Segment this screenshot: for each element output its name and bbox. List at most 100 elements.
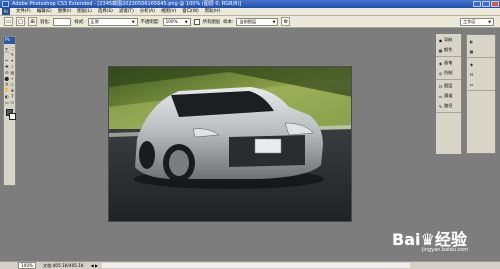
info-icon: ◐	[469, 38, 474, 44]
panel-layers-item[interactable]: ☷ 图层	[436, 81, 461, 91]
horizontal-scrollbar[interactable]	[102, 263, 410, 268]
window-title: Adobe Photoshop CS3 Extended - [2345截图20…	[12, 1, 242, 7]
brushes-icon: ◈	[438, 60, 443, 66]
layers-icon: ☷	[438, 83, 443, 89]
maximize-button[interactable]	[482, 1, 490, 7]
close-button[interactable]	[491, 1, 499, 7]
crop-tool-icon[interactable]: ✂	[4, 58, 9, 63]
document-canvas[interactable]	[108, 66, 352, 222]
panel-channels-item[interactable]: ▭ 通道	[436, 91, 461, 101]
panel-group: ☷ 图层 ▭ 通道 ✎ 路径	[436, 80, 461, 113]
feather-input[interactable]	[53, 17, 72, 26]
brush-tool-icon[interactable]: ∕	[10, 64, 15, 69]
swatches-icon: ▦	[469, 48, 474, 54]
status-bar: 100% 文档:405.1K/405.1K ◀ ▶	[0, 261, 500, 269]
menu-layer[interactable]: 图层(L)	[74, 8, 95, 16]
zoom-tool-icon[interactable]: ⊕	[10, 88, 15, 93]
move-tool-icon[interactable]: ▸	[4, 46, 9, 51]
panel-item[interactable]: ◐	[467, 36, 495, 46]
color-swatches	[4, 108, 16, 124]
menu-analysis[interactable]: 分析(A)	[137, 8, 158, 16]
add-selection-icon[interactable]: ⊞	[28, 17, 37, 26]
status-nav-arrows[interactable]: ◀ ▶	[91, 263, 98, 268]
hand-tool-icon[interactable]: ✋	[4, 87, 9, 93]
window-controls	[473, 1, 499, 7]
panel-item[interactable]: ◈	[467, 59, 495, 69]
chevron-down-icon: ▼	[272, 19, 276, 24]
style-label: 样式:	[74, 19, 85, 25]
tool-row: ✚ ∕	[4, 63, 15, 69]
actions-icon: ▭	[469, 81, 474, 87]
baidu-jingyan-watermark: Bai♛经验 jingyan.baidu.com	[386, 220, 498, 260]
dodge-tool-icon[interactable]: ◐	[4, 94, 9, 99]
type-tool-icon[interactable]: A	[4, 82, 9, 87]
panel-label: 图层	[444, 83, 453, 88]
menu-file[interactable]: 文件(F)	[13, 8, 34, 16]
refine-icon[interactable]: ⚙	[281, 17, 291, 26]
healing-brush-icon[interactable]: ✚	[4, 64, 9, 69]
panel-paths-item[interactable]: ✎ 路径	[436, 101, 461, 111]
menu-window[interactable]: 窗口(W)	[179, 8, 202, 16]
workspace-dropdown[interactable]: 工作区 ▼	[460, 17, 494, 26]
car-photo-image	[109, 67, 351, 221]
marquee-tool-icon[interactable]: ⬚	[10, 46, 15, 51]
chevron-down-icon: ▼	[488, 19, 491, 24]
paths-icon: ✎	[438, 103, 443, 109]
slice-tool-icon[interactable]: ⌖	[10, 58, 15, 63]
menu-filter[interactable]: 滤镜(T)	[116, 8, 137, 16]
new-selection-icon[interactable]: □	[16, 17, 25, 26]
panel-group: ◈ 画笔 ◎ 仿制	[436, 57, 461, 80]
options-bar: ▭ □ ⊞ 羽化: 样式: 正常 ▼ 不透明度: 100% ▼ 所有图层 样本:…	[0, 16, 500, 28]
panel-group: ◈ ☷ ▭	[467, 58, 495, 91]
style-dropdown[interactable]: 正常 ▼	[87, 17, 138, 26]
clone-stamp-icon[interactable]: ⊘	[4, 70, 9, 75]
ps-logo-icon: Ps	[2, 8, 10, 15]
panel-item[interactable]: ▭	[467, 79, 495, 89]
menu-image[interactable]: 图像(I)	[55, 8, 75, 16]
panel-label: 仿制	[444, 70, 453, 75]
tool-grid: ▸ ⬚ ⌒ ✎ ✂ ⌖ ✚ ∕ ⊘ ▤ ⬤ ✧ A ⬡ ✋ ⊕ ◐ T ▭ ⎔	[4, 44, 15, 106]
menu-select[interactable]: 选择(S)	[95, 8, 116, 16]
sample-dropdown[interactable]: 当前图层 ▼	[236, 17, 279, 26]
magic-wand-icon[interactable]: ✎	[10, 52, 15, 57]
background-color-swatch[interactable]	[9, 113, 16, 120]
pen-tool-icon[interactable]: T	[10, 94, 15, 99]
opacity-dropdown[interactable]: 100% ▼	[162, 17, 191, 26]
all-layers-checkbox[interactable]	[193, 18, 200, 25]
minimize-button[interactable]	[473, 1, 481, 7]
panel-group: ◐ ▦	[467, 35, 495, 58]
navigator-icon: ◉	[438, 37, 443, 43]
lasso-tool-icon[interactable]: ⌒	[4, 51, 9, 57]
panel-item[interactable]: ▦	[467, 46, 495, 56]
feather-label: 羽化:	[40, 19, 51, 25]
notes-tool-icon[interactable]: ▭	[4, 100, 9, 105]
panel-item[interactable]: ☷	[467, 69, 495, 79]
menu-view[interactable]: 视图(V)	[158, 8, 179, 16]
panel-brushes-item[interactable]: ◈ 画笔	[436, 58, 461, 68]
shape-tool-icon[interactable]: ⬡	[10, 82, 15, 87]
eraser-tool-icon[interactable]: ⬤	[4, 76, 9, 81]
workspace-label: 工作区	[463, 18, 476, 24]
zoom-level-field[interactable]: 100%	[18, 262, 36, 269]
history-icon: ☷	[469, 71, 474, 77]
panel-color-item[interactable]: ▦ 颜色	[436, 45, 461, 55]
eyedropper-tool-icon[interactable]: ⎔	[10, 100, 15, 105]
tool-row: ◐ T	[4, 93, 15, 99]
all-layers-label: 所有图层	[202, 19, 221, 25]
history-brush-icon[interactable]: ▤	[10, 70, 15, 75]
panel-navigator-item[interactable]: ◉ 导航	[436, 35, 461, 45]
menu-help[interactable]: 帮助(H)	[202, 8, 224, 16]
chevron-down-icon: ▼	[184, 19, 188, 24]
chevron-down-icon: ▼	[131, 19, 135, 24]
panel-clone-item[interactable]: ◎ 仿制	[436, 68, 461, 78]
tool-row: ⬤ ✧	[4, 75, 15, 81]
marquee-tool-preset-icon[interactable]: ▭	[4, 17, 13, 26]
document-info[interactable]: 文档:405.1K/405.1K	[40, 263, 87, 269]
clone-source-icon: ◎	[438, 70, 443, 76]
gradient-tool-icon[interactable]: ✧	[10, 76, 15, 81]
tool-row: ✋ ⊕	[4, 87, 15, 93]
panel-label: 路径	[444, 103, 453, 108]
panel-label: 导航	[444, 37, 453, 42]
tool-row: ⊘ ▤	[4, 69, 15, 75]
menu-edit[interactable]: 编辑(E)	[34, 8, 55, 16]
